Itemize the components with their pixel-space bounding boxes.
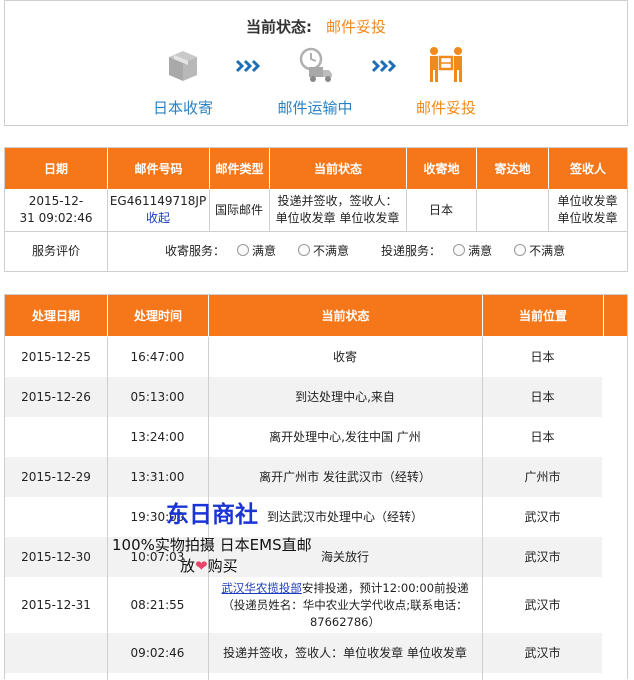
radio-icon[interactable]	[453, 244, 466, 256]
delivery-satisfied-option[interactable]: 满意	[453, 243, 492, 260]
mail-origin: 日本	[428, 202, 453, 217]
track-status: 离开广州市 发往武汉市（经转）	[259, 469, 431, 484]
track-status: 离开处理中心,发往中国 广州	[269, 429, 421, 444]
header-scroll-spacer	[603, 295, 627, 336]
header-process-time: 处理时间	[107, 295, 208, 336]
header-process-date: 处理日期	[5, 295, 107, 336]
package-icon	[163, 45, 203, 85]
track-date	[5, 497, 107, 537]
header-track-status: 当前状态	[208, 295, 482, 336]
header-mail-type: 邮件类型	[209, 148, 269, 189]
radio-icon[interactable]	[514, 244, 527, 256]
track-status-line2: （投递员姓名：华中农业大学代收点;联系电话：	[222, 597, 468, 612]
courier-handover-icon	[426, 45, 466, 85]
collect-unsatisfied-label: 不满意	[313, 244, 350, 258]
track-location: 武汉市	[524, 597, 561, 612]
track-date: 2015-12-26	[21, 389, 91, 404]
header-mail-number: 邮件号码	[107, 148, 209, 189]
mail-info-table: 日期 邮件号码 邮件类型 当前状态 收寄地 寄达地 签收人 2015-12- 3…	[4, 147, 628, 272]
track-date: 2015-12-30	[21, 549, 91, 564]
delivery-office-link[interactable]: 武汉华农揽投部	[221, 581, 302, 595]
track-location: 广州市	[524, 469, 561, 484]
track-status-line3: 87662786）	[309, 614, 381, 629]
track-date: 2015-12-25	[21, 349, 91, 364]
service-rating-label: 服务评价	[31, 244, 80, 258]
delivery-service-label: 投递服务：	[381, 244, 442, 258]
step-collected: 日本收寄	[128, 45, 238, 118]
header-location: 当前位置	[482, 295, 603, 336]
current-status-value: 邮件妥投	[325, 18, 386, 36]
watermark-line2a: 放	[180, 557, 196, 575]
header-signer: 签收人	[548, 148, 627, 189]
track-location: 武汉市	[524, 509, 561, 524]
mail-date-line2: 31 09:02:46	[19, 211, 93, 225]
collapse-link[interactable]: 收起	[146, 210, 170, 227]
track-date: 2015-12-31	[21, 597, 91, 612]
track-time: 13:24:00	[130, 429, 185, 444]
mail-date: 2015-12- 31 09:02:46	[5, 189, 107, 231]
watermark-title: 东日商社	[166, 502, 258, 528]
track-date	[5, 633, 107, 673]
delivery-satisfied-label: 满意	[468, 244, 493, 258]
tracking-table: 处理日期 处理时间 当前状态 当前位置 2015-12-25 16:47:00 …	[4, 294, 628, 680]
header-current-status: 当前状态	[269, 148, 406, 189]
collect-unsatisfied-option[interactable]: 不满意	[298, 243, 349, 260]
watermark-line2b: 购买	[207, 557, 238, 575]
radio-icon[interactable]	[298, 244, 311, 256]
track-time: 05:13:00	[130, 389, 185, 404]
track-location: 武汉市	[524, 549, 561, 564]
track-status: 收寄	[332, 349, 357, 364]
step-in-transit: 邮件运输中	[260, 45, 370, 118]
mail-number-value: EG461149718JP	[109, 194, 207, 208]
header-date: 日期	[5, 148, 107, 189]
current-status-label: 当前状态:	[245, 18, 312, 36]
service-rating-options: 收寄服务： 满意 不满意 投递服务： 满意 不满意	[165, 232, 625, 271]
mail-status-line2: 单位收发章 单位收发章	[275, 211, 400, 225]
track-date	[5, 417, 107, 457]
watermark-line1: 100%实物拍摄 日本EMS直邮	[112, 536, 312, 554]
track-location: 武汉市	[524, 645, 561, 660]
track-time: 16:47:00	[130, 349, 185, 364]
header-origin: 收寄地	[406, 148, 476, 189]
mail-signer-line1: 单位收发章	[557, 194, 618, 208]
collect-service-label: 收寄服务：	[165, 244, 226, 258]
delivery-truck-icon	[295, 45, 335, 85]
current-status: 当前状态: 邮件妥投	[5, 16, 627, 37]
arrow-icon	[235, 59, 263, 76]
delivery-unsatisfied-option[interactable]: 不满意	[514, 243, 565, 260]
mail-signer-line2: 单位收发章	[557, 211, 618, 225]
heart-icon: ❤	[195, 557, 208, 575]
step-collected-label: 日本收寄	[152, 99, 213, 117]
step-delivered-label: 邮件妥投	[415, 99, 476, 117]
collect-satisfied-label: 满意	[252, 244, 277, 258]
mail-number: EG461149718JP 收起	[107, 189, 209, 231]
collect-satisfied-option[interactable]: 满意	[237, 243, 276, 260]
step-in-transit-label: 邮件运输中	[277, 99, 353, 117]
mail-signer: 单位收发章 单位收发章	[548, 189, 627, 231]
radio-icon[interactable]	[237, 244, 250, 256]
mail-type: 国际邮件	[214, 202, 263, 217]
track-status: 武汉华农揽投部安排投递，预计12:00:00前投递 （投递员姓名：华中农业大学代…	[208, 577, 482, 633]
track-status-rest: 安排投递，预计12:00:00前投递	[301, 580, 469, 595]
track-location: 日本	[530, 349, 555, 364]
mail-status-line1: 投递并签收，签收人：	[277, 194, 398, 208]
mail-date-line1: 2015-12-	[28, 194, 84, 208]
delivery-status-panel: 当前状态: 邮件妥投 日本收寄 邮件运输中 邮件妥投	[4, 0, 628, 126]
track-time: 09:02:46	[130, 645, 185, 660]
track-date: 2015-12-29	[21, 469, 91, 484]
track-status: 到达处理中心,来自	[295, 389, 395, 404]
track-location: 日本	[530, 429, 555, 444]
watermark-line2: 放❤购买	[180, 555, 238, 576]
track-status: 投递并签收，签收人：单位收发章 单位收发章	[223, 645, 467, 660]
mail-status: 投递并签收，签收人： 单位收发章 单位收发章	[269, 189, 406, 231]
step-delivered: 邮件妥投	[391, 45, 501, 118]
track-time: 13:31:00	[130, 469, 185, 484]
track-location: 日本	[530, 389, 555, 404]
track-time: 08:21:55	[130, 597, 185, 612]
header-destination: 寄达地	[476, 148, 548, 189]
mail-destination	[476, 189, 548, 231]
delivery-unsatisfied-label: 不满意	[529, 244, 566, 258]
